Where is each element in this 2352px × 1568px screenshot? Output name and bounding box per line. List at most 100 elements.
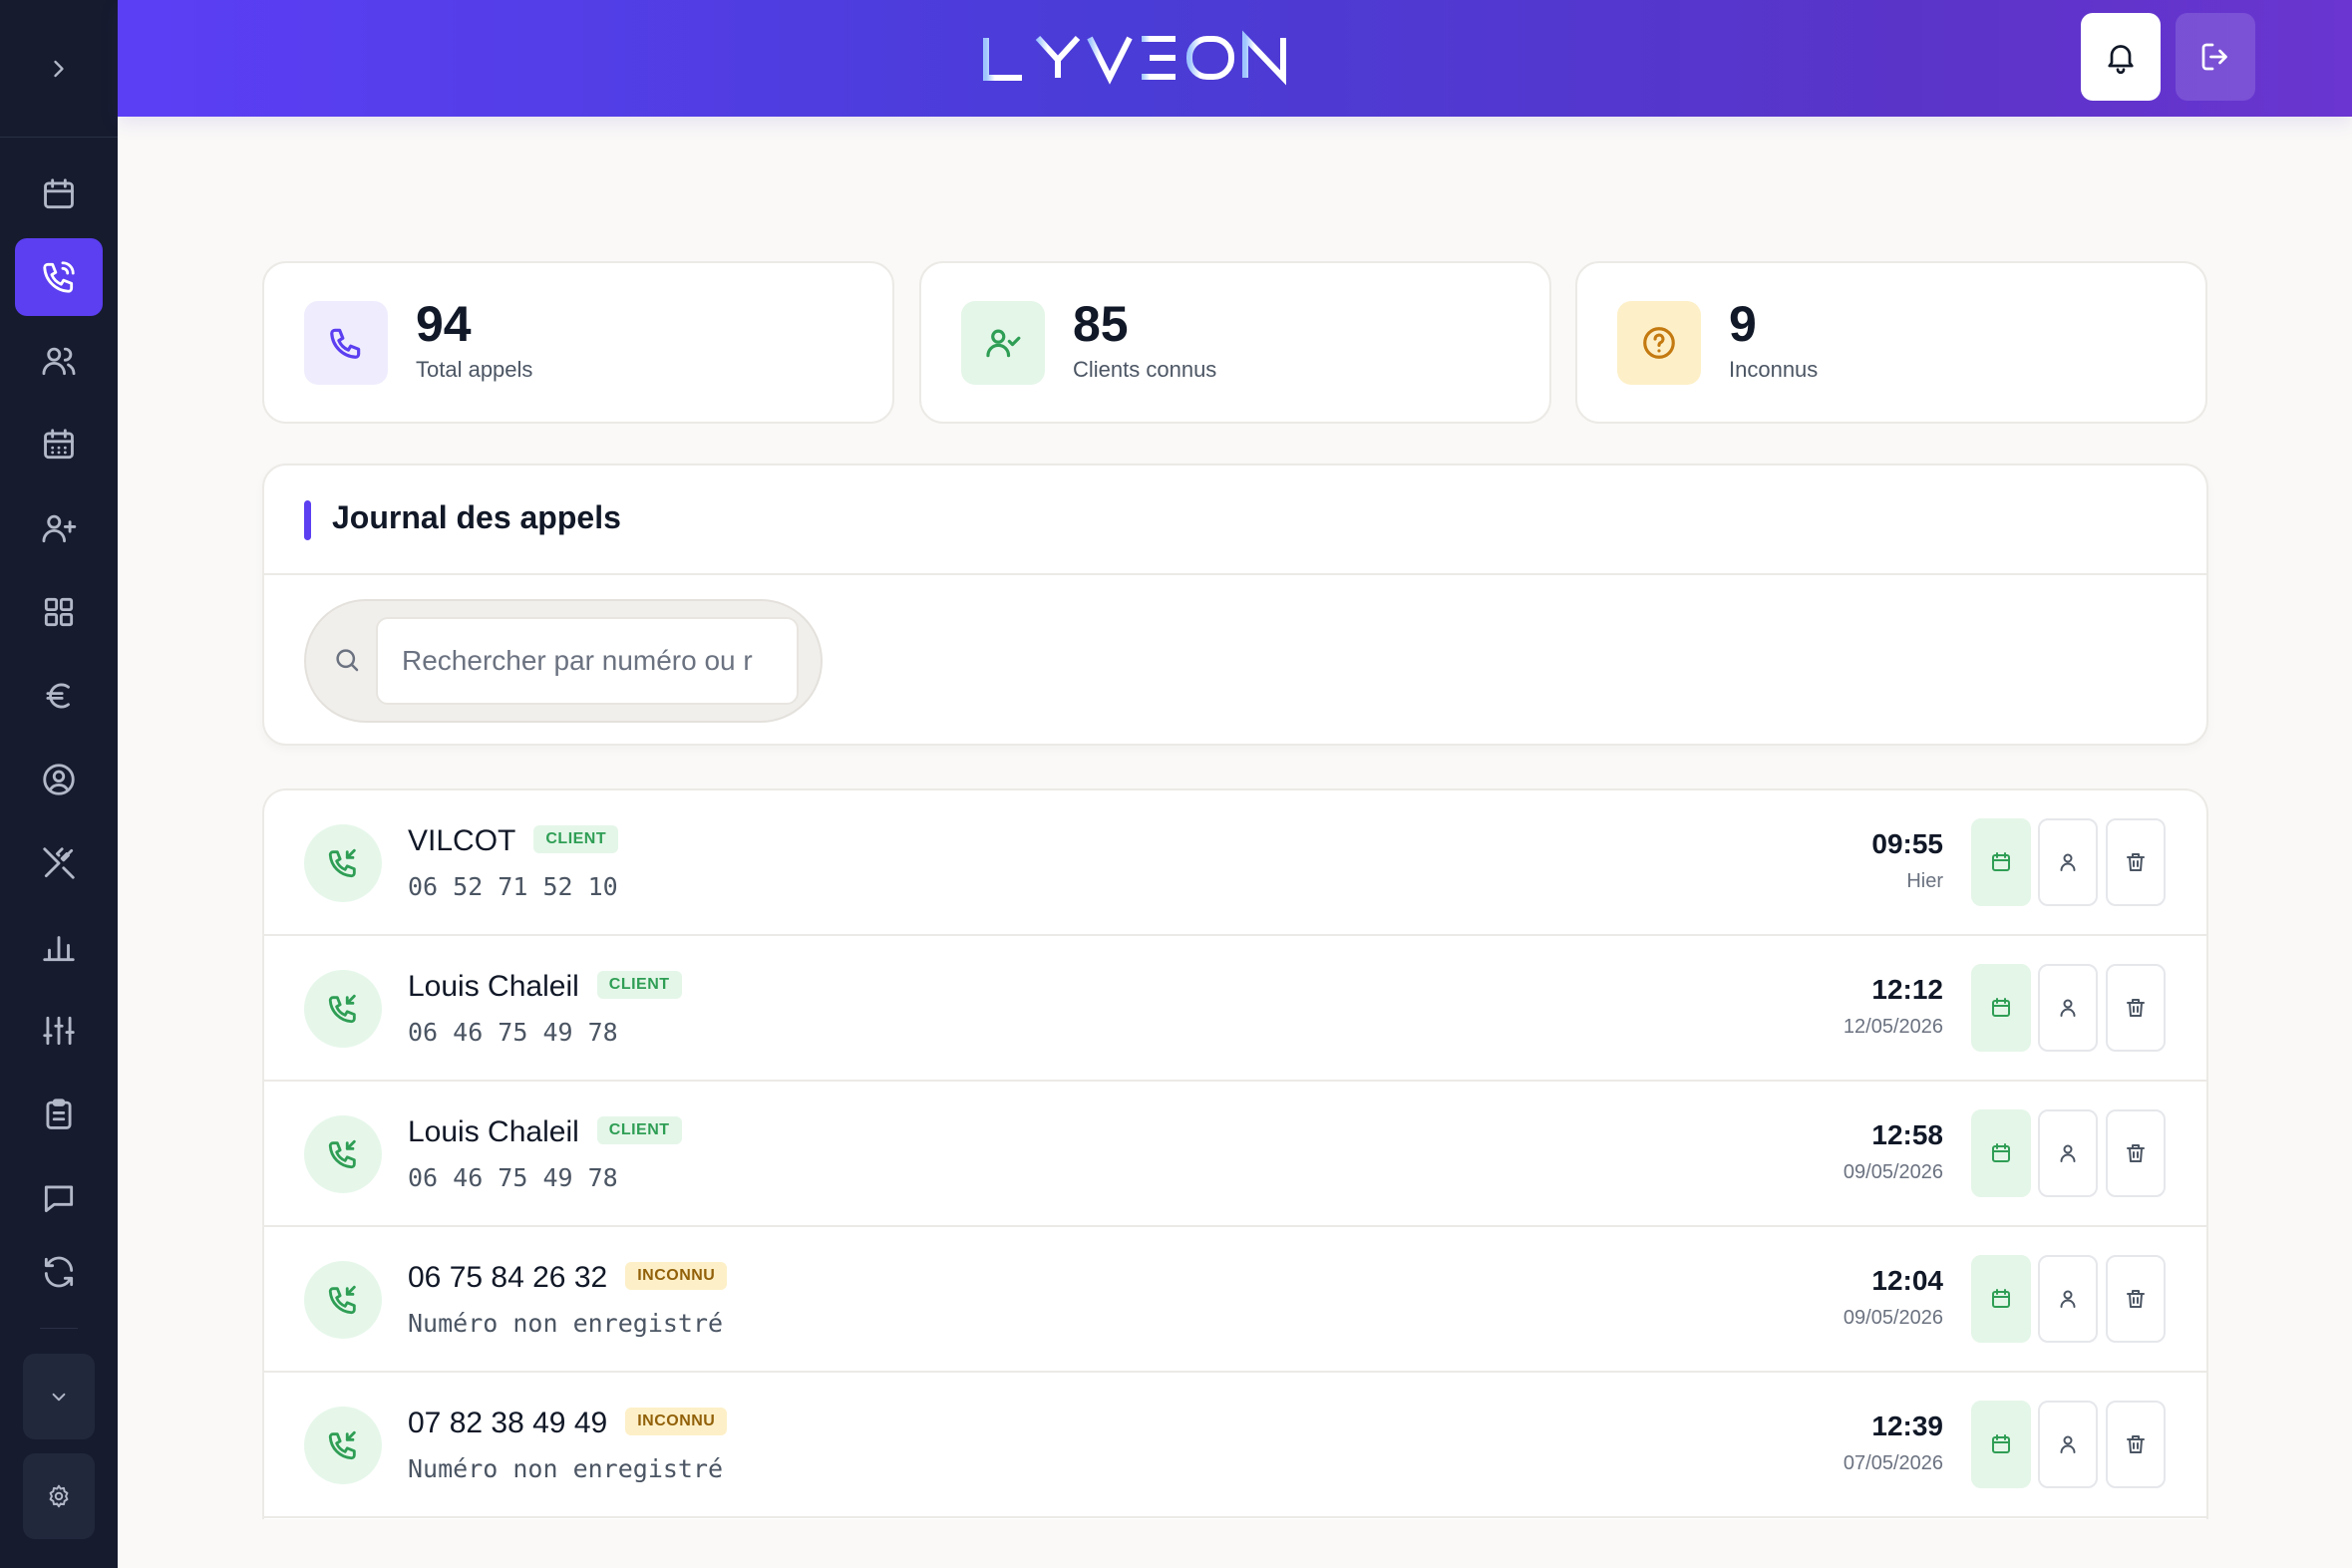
user-icon [2060,999,2076,1017]
delete-call-button[interactable] [2106,1255,2166,1343]
sidebar-item-schedule[interactable] [15,406,103,483]
sidebar-item-add-user[interactable] [15,489,103,567]
bell-icon [2108,45,2134,75]
clipboard-icon [46,1098,72,1129]
user-icon [2060,1290,2076,1308]
caller-name: Louis Chaleil [408,970,579,1003]
view-contact-button[interactable] [2038,1401,2098,1488]
logout-button[interactable] [2176,13,2255,101]
sidebar-item-restaurant[interactable] [15,824,103,902]
schedule-appointment-button[interactable] [1971,964,2031,1052]
sidebar-more-button[interactable] [23,1354,95,1439]
call-row[interactable]: 07 82 38 49 49 INCONNU Numéro non enregis… [264,1373,2206,1518]
sidebar-item-dashboard[interactable] [15,573,103,651]
call-row[interactable]: VILCOT CLIENT 06 52 71 52 10 09:55 Hier [264,790,2206,936]
sidebar-item-billing[interactable] [15,657,103,735]
delete-call-button[interactable] [2106,818,2166,906]
sidebar-item-stats[interactable] [15,908,103,986]
unknown-badge: INCONNU [625,1408,728,1436]
sidebar-item-messages[interactable] [15,1159,103,1237]
title-accent-bar [304,500,311,540]
trash-icon [2127,1290,2145,1308]
calendar-icon [1992,1434,2010,1453]
schedule-appointment-button[interactable] [1971,1401,2031,1488]
trash-icon [2127,1435,2145,1453]
sidebar-divider [40,1328,78,1329]
sidebar-item-profile[interactable] [15,741,103,818]
message-icon [44,1185,74,1213]
stat-card-known-clients: 85 Clients connus [919,261,1551,424]
delete-call-button[interactable] [2106,964,2166,1052]
gear-icon [49,1484,69,1508]
phone-incoming-icon [328,848,356,878]
sidebar-item-calls[interactable] [15,238,103,316]
caller-name-line: VILCOT CLIENT [408,824,619,858]
call-row[interactable]: 06 75 84 26 32 INCONNU Numéro non enregis… [264,1227,2206,1373]
search-container [304,599,823,723]
phone-icon [330,328,361,359]
call-time: 12:12 [1871,974,1943,1005]
caller-name-line: 07 82 38 49 49 INCONNU [408,1407,728,1440]
notifications-button[interactable] [2081,13,2161,101]
call-list: VILCOT CLIENT 06 52 71 52 10 09:55 Hier L… [262,788,2208,1519]
schedule-appointment-button[interactable] [1971,1255,2031,1343]
view-contact-button[interactable] [2038,964,2098,1052]
chevron-right-icon [54,60,64,77]
client-badge: CLIENT [596,971,682,1000]
sidebar-item-users[interactable] [15,322,103,400]
call-time: 09:55 [1871,828,1943,859]
sidebar-item-settings-sliders[interactable] [15,992,103,1070]
call-date: 09/05/2026 [1843,1161,1943,1183]
user-plus-icon [42,514,77,543]
phone-incoming-icon [328,1139,356,1169]
schedule-appointment-button[interactable] [1971,1109,2031,1197]
help-circle-icon [1643,327,1675,359]
call-journal-panel: Journal des appels [262,464,2208,746]
utensils-crossed-icon [43,847,75,879]
schedule-appointment-button[interactable] [1971,818,2031,906]
incoming-call-icon-box [304,824,382,902]
search-input[interactable] [376,617,799,705]
view-contact-button[interactable] [2038,1255,2098,1343]
stat-label: Total appels [416,357,533,382]
sidebar-expand-button[interactable] [0,0,118,138]
incoming-call-icon-box [304,1115,382,1193]
client-badge: CLIENT [533,825,619,854]
call-row[interactable]: Louis Chaleil CLIENT 06 46 75 49 78 12:58… [264,1082,2206,1227]
call-time: 12:04 [1871,1265,1943,1296]
user-circle-icon [43,764,75,795]
sidebar-item-calendar[interactable] [15,156,103,233]
stat-value: 85 [1073,296,1129,352]
delete-call-button[interactable] [2106,1401,2166,1488]
calendar-icon [1992,1143,2010,1162]
calendar-icon [1992,852,2010,871]
calendar-icon [44,178,74,209]
refresh-icon [44,1256,74,1288]
view-contact-button[interactable] [2038,818,2098,906]
stat-icon-box [1617,301,1701,385]
call-date: 07/05/2026 [1843,1452,1943,1474]
caller-phone: 06 46 75 49 78 [408,1163,618,1192]
unregistered-note: Numéro non enregistré [408,1309,724,1338]
settings-button[interactable] [23,1453,95,1539]
stat-label: Inconnus [1729,357,1819,382]
bar-chart-icon [43,936,75,962]
sidebar-item-sync[interactable] [15,1233,103,1311]
users-icon [42,347,76,376]
call-time: 12:58 [1871,1119,1943,1150]
delete-call-button[interactable] [2106,1109,2166,1197]
call-row[interactable]: Louis Chaleil CLIENT 06 46 75 49 78 12:12… [264,936,2206,1082]
call-date: Hier [1906,870,1943,892]
calendar-days-icon [44,429,74,460]
user-icon [2060,1435,2076,1453]
stat-label: Clients connus [1073,357,1217,382]
stat-card-total-calls: 94 Total appels [262,261,894,424]
logout-icon [2201,43,2227,71]
euro-icon [46,683,70,709]
lyveon-logo [983,30,1286,86]
view-contact-button[interactable] [2038,1109,2098,1197]
phone-call-icon [43,261,75,293]
caller-number: 07 82 38 49 49 [408,1407,608,1439]
caller-phone: 06 46 75 49 78 [408,1018,618,1047]
sidebar-item-tasks[interactable] [15,1076,103,1153]
